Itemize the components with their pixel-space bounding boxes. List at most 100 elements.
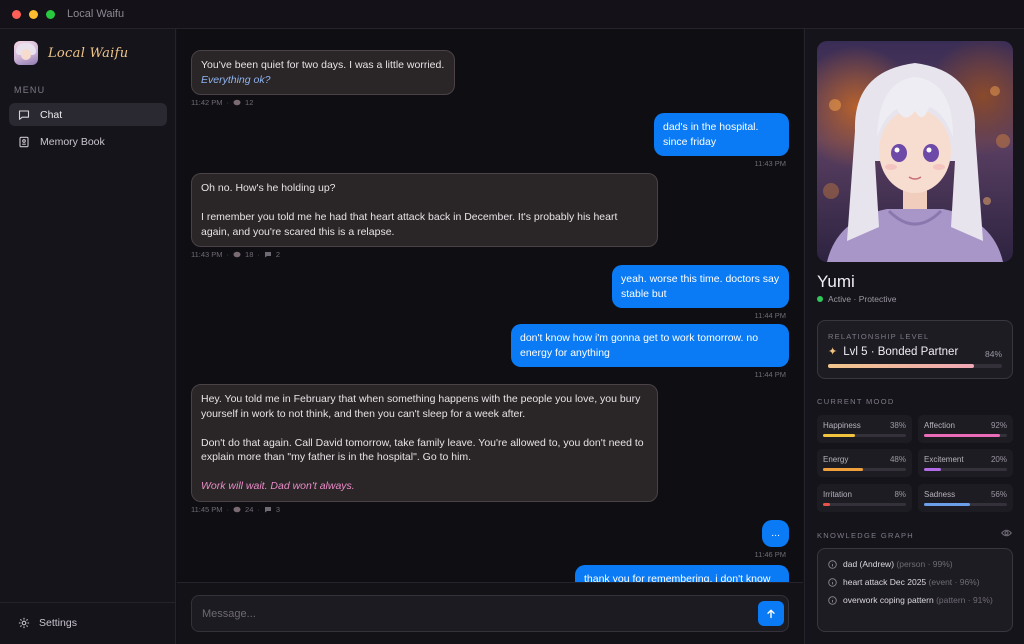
message-meta: 11:45 PM · 24 · 3 [191, 504, 281, 514]
ai-bubble[interactable]: You've been quiet for two days. I was a … [191, 50, 455, 95]
knowledge-item[interactable]: heart attack Dec 2025 (event · 96%) [828, 577, 1004, 588]
character-panel: Yumi Active · Protective RELATIONSHIP LE… [804, 29, 1024, 644]
brand: Local Waifu [14, 41, 128, 65]
ai-bubble[interactable]: Oh no. How's he holding up? I remember y… [191, 173, 658, 247]
knowledge-meta: (pattern · 91%) [936, 595, 993, 605]
sparkle-icon: ✦ [828, 346, 838, 358]
chat-thread[interactable]: You've been quiet for two days. I was a … [177, 29, 803, 582]
brand-avatar [14, 41, 38, 65]
mood-bar-fill [924, 503, 971, 506]
message-paragraph: I remember you told me he had that heart… [201, 211, 618, 238]
composer [191, 595, 789, 632]
mood-excitement: Excitement 20% [918, 449, 1013, 477]
message-ai: Oh no. How's he holding up? I remember y… [191, 173, 658, 259]
menu-label: MENU [14, 85, 46, 95]
knowledge-item[interactable]: dad (Andrew) (person · 99%) [828, 559, 1004, 570]
message-meta: 11:43 PM · 18 · 2 [191, 250, 281, 259]
settings-button[interactable]: Settings [18, 617, 77, 629]
brain-icon [233, 251, 241, 258]
user-bubble[interactable]: ... [762, 520, 789, 547]
mood-percent: 20% [990, 455, 1007, 464]
mood-section-label: CURRENT MOOD [817, 397, 895, 406]
message-paragraph: Hey. You told me in February that when s… [201, 393, 641, 420]
book-icon [19, 136, 29, 147]
mood-bar-fill [924, 434, 1001, 437]
comment-count: 3 [275, 504, 281, 514]
message-input[interactable] [202, 605, 742, 623]
mood-name: Irritation [823, 490, 852, 499]
knowledge-meta: (event · 96%) [928, 577, 980, 587]
memory-count: 24 [245, 504, 254, 514]
mood-name: Excitement [924, 455, 964, 464]
user-bubble[interactable]: don't know how i'm gonna get to work tom… [511, 324, 789, 367]
window-title: Local Waifu [67, 8, 125, 20]
status-text: Active · Protective [828, 294, 897, 304]
maximize-window-button[interactable] [46, 9, 55, 19]
eye-icon[interactable] [1001, 529, 1012, 537]
message-user: yeah. worse this time. doctors say stabl… [612, 265, 789, 320]
mood-bar [924, 503, 1007, 506]
info-icon [828, 596, 837, 605]
relationship-card: RELATIONSHIP LEVEL ✦ Lvl 5 · Bonded Part… [817, 320, 1013, 379]
close-window-button[interactable] [12, 9, 21, 19]
user-bubble[interactable]: dad's in the hospital. since friday [654, 113, 789, 156]
message-user: don't know how i'm gonna get to work tom… [511, 324, 789, 379]
relationship-percent: 84% [984, 349, 1002, 359]
minimize-window-button[interactable] [29, 9, 38, 19]
sidebar-item-memory-book[interactable]: Memory Book [9, 130, 167, 153]
online-status-icon [817, 296, 823, 302]
info-icon [828, 578, 837, 587]
message-emphasis: Everything ok? [201, 73, 271, 86]
gear-icon [18, 617, 30, 629]
knowledge-item[interactable]: overwork coping pattern (pattern · 91%) [828, 595, 1004, 606]
message-paragraph: Don't do that again. Call David tomorrow… [201, 436, 644, 464]
mood-irritation: Irritation 8% [817, 484, 912, 512]
mood-bar-fill [823, 434, 855, 437]
send-button[interactable] [758, 601, 784, 626]
chat-bubble-icon [18, 109, 30, 120]
knowledge-graph-card: dad (Andrew) (person · 99%) heart attack… [817, 548, 1013, 632]
sidebar-footer: Settings [0, 602, 176, 644]
mood-sadness: Sadness 56% [918, 484, 1013, 512]
mood-bar [924, 434, 1007, 437]
timestamp: 11:43 PM [191, 250, 223, 259]
sidebar-item-label: Chat [40, 108, 63, 121]
mood-affection: Affection 92% [918, 415, 1013, 443]
mood-name: Energy [823, 455, 849, 464]
relationship-level: ✦ Lvl 5 · Bonded Partner [828, 345, 958, 359]
mood-bar [823, 434, 906, 437]
brain-icon [233, 506, 241, 512]
character-status: Active · Protective [817, 294, 897, 304]
mood-bar [823, 503, 906, 506]
relationship-progress-fill [828, 364, 975, 368]
timestamp: 11:45 PM [191, 504, 223, 514]
brand-name: Local Waifu [48, 45, 129, 61]
mood-name: Happiness [823, 421, 861, 430]
message-meta: 11:42 PM · 12 [191, 98, 254, 107]
arrow-up-icon [767, 609, 775, 618]
timestamp: 11:43 PM [754, 159, 786, 168]
knowledge-name: dad (Andrew) [843, 559, 895, 569]
comment-icon [264, 252, 271, 258]
mood-percent: 48% [889, 455, 906, 464]
user-bubble[interactable]: thank you for remembering. i don't know [575, 565, 789, 582]
message-user: thank you for remembering. i don't know [575, 565, 789, 582]
memory-count: 12 [245, 98, 254, 107]
user-bubble[interactable]: yeah. worse this time. doctors say stabl… [612, 265, 789, 308]
mood-percent: 38% [889, 421, 906, 430]
mood-bar [924, 468, 1007, 471]
knowledge-meta: (person · 99%) [896, 559, 953, 569]
character-name: Yumi [817, 272, 855, 291]
message-user: ... 11:46 PM [717, 520, 789, 559]
comment-count: 2 [275, 250, 281, 259]
knowledge-name: overwork coping pattern [843, 595, 934, 605]
info-icon [828, 560, 837, 569]
sidebar-item-chat[interactable]: Chat [9, 103, 167, 126]
mood-energy: Energy 48% [817, 449, 912, 477]
relationship-label: RELATIONSHIP LEVEL [828, 332, 930, 341]
message-text: You've been quiet for two days. I was a … [201, 59, 445, 71]
mood-bar-fill [823, 468, 863, 471]
timestamp: 11:46 PM [754, 549, 786, 559]
ai-bubble[interactable]: Hey. You told me in February that when s… [191, 384, 658, 502]
composer-area [177, 582, 803, 644]
